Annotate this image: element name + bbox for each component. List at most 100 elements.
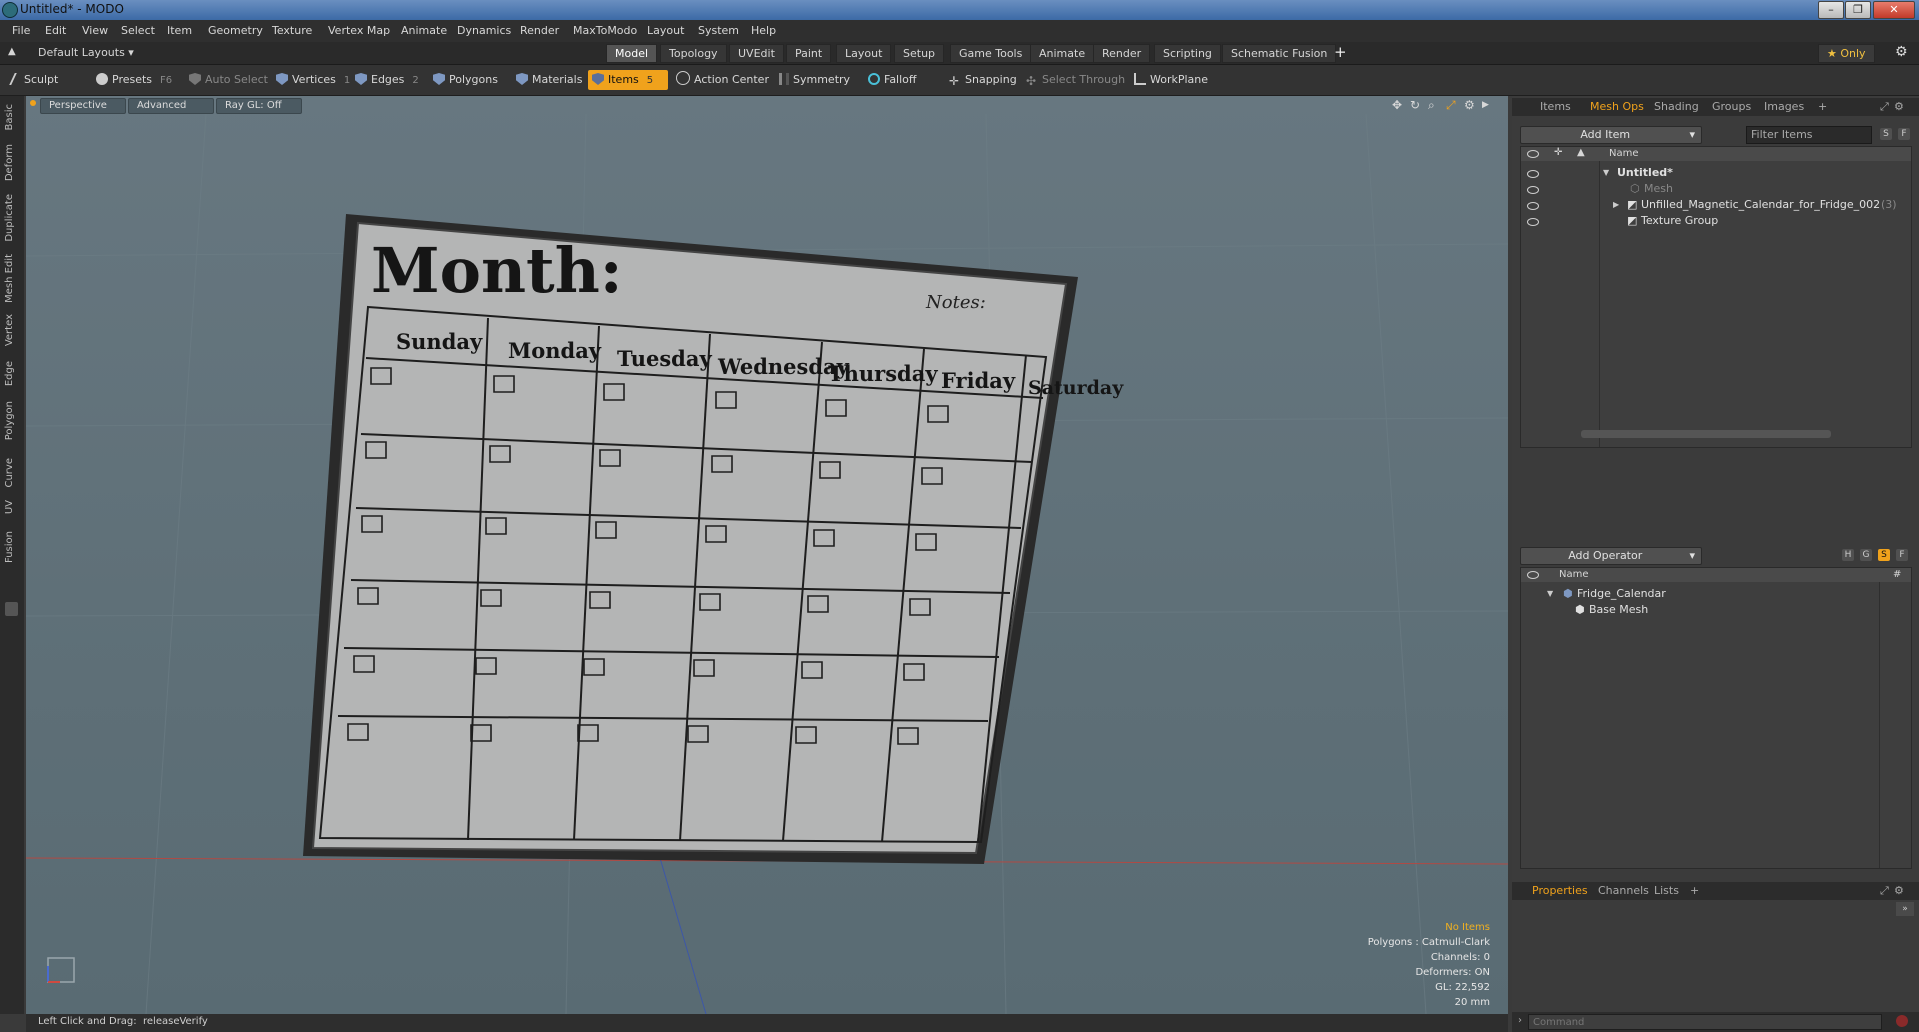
s-button[interactable]: S xyxy=(1878,549,1890,561)
visibility-eye-icon[interactable] xyxy=(1527,170,1539,178)
panel-toggle-icon[interactable] xyxy=(5,602,18,616)
materials-button[interactable]: Materials xyxy=(512,70,582,90)
expand-triangle-icon[interactable]: ▼ xyxy=(1603,165,1609,181)
tab-scripting[interactable]: Scripting xyxy=(1154,44,1221,63)
tab-shading[interactable]: Shading xyxy=(1654,100,1699,113)
calendar-mesh[interactable]: Month: Notes: Sunday Monday Tuesday Wedn… xyxy=(303,214,1124,864)
select-through-button[interactable]: ✣ Select Through xyxy=(1022,70,1125,90)
only-button[interactable]: ★ Only xyxy=(1818,44,1875,63)
f-button[interactable]: F xyxy=(1896,549,1908,561)
menu-help[interactable]: Help xyxy=(751,24,776,37)
edges-button[interactable]: Edges 2 xyxy=(351,70,419,90)
tab-lists[interactable]: Lists xyxy=(1654,884,1679,897)
menu-layout[interactable]: Layout xyxy=(647,24,684,37)
tab-groups[interactable]: Groups xyxy=(1712,100,1751,113)
panel-gear-icon[interactable]: ⚙ xyxy=(1894,884,1904,897)
minimize-button[interactable]: – xyxy=(1818,1,1844,19)
sculpt-button[interactable]: Sculpt xyxy=(8,70,58,90)
tab-setup[interactable]: Setup xyxy=(894,44,945,63)
g-button[interactable]: G xyxy=(1860,549,1872,561)
command-input[interactable] xyxy=(1528,1014,1882,1030)
gear-icon[interactable]: ⚙ xyxy=(1895,44,1908,60)
menu-vertex-map[interactable]: Vertex Map xyxy=(328,24,390,37)
expand-arrows-icon[interactable]: » xyxy=(1896,902,1914,916)
menu-item[interactable]: Item xyxy=(167,24,192,37)
operator-row-base-mesh[interactable]: ⬢ Base Mesh xyxy=(1527,602,1867,618)
tab-game-tools[interactable]: Game Tools xyxy=(950,44,1032,63)
record-icon[interactable] xyxy=(1896,1015,1908,1027)
horizontal-scrollbar[interactable] xyxy=(1581,430,1831,438)
vertices-button[interactable]: Vertices 1 xyxy=(272,70,350,90)
visibility-eye-icon[interactable] xyxy=(1527,202,1539,210)
add-operator-button[interactable]: Add Operator ▾ xyxy=(1520,547,1702,565)
action-center-button[interactable]: Action Center xyxy=(672,70,769,90)
vtab-basic[interactable]: Basic xyxy=(4,104,15,130)
snapping-button[interactable]: ✛ Snapping xyxy=(945,70,1017,90)
vtab-deform[interactable]: Deform xyxy=(4,144,15,181)
add-item-button[interactable]: Add Item ▾ xyxy=(1520,126,1702,144)
vtab-duplicate[interactable]: Duplicate xyxy=(4,194,15,242)
tab-model[interactable]: Model xyxy=(606,44,658,63)
tab-channels[interactable]: Channels xyxy=(1598,884,1649,897)
vtab-edge[interactable]: Edge xyxy=(4,361,15,386)
presets-button[interactable]: Presets F6 xyxy=(92,70,172,90)
tab-uvedit[interactable]: UVEdit xyxy=(729,44,784,63)
menu-texture[interactable]: Texture xyxy=(272,24,312,37)
3d-viewport[interactable]: Perspective Advanced Ray GL: Off ✥ ↻ ⌕ ⤢… xyxy=(26,96,1508,1014)
visibility-eye-icon[interactable] xyxy=(1527,186,1539,194)
menu-system[interactable]: System xyxy=(698,24,739,37)
tab-layout[interactable]: Layout xyxy=(836,44,892,63)
vtab-fusion[interactable]: Fusion xyxy=(4,531,15,563)
expand-triangle-icon[interactable]: ▶ xyxy=(1613,197,1619,213)
s-filter-button[interactable]: S xyxy=(1880,128,1892,140)
items-button[interactable]: Items 5 xyxy=(588,70,668,90)
item-row-untitled[interactable]: ▼ Untitled* xyxy=(1527,165,1907,181)
item-row-calendar[interactable]: ▶ ◩ Unfilled_Magnetic_Calendar_for_Fridg… xyxy=(1527,197,1907,213)
panel-expand-icon[interactable]: ⤢ xyxy=(1880,100,1889,114)
tab-render[interactable]: Render xyxy=(1093,44,1151,63)
add-tab-icon[interactable]: + xyxy=(1334,43,1347,61)
menu-view[interactable]: View xyxy=(82,24,108,37)
tab-topology[interactable]: Topology xyxy=(660,44,727,63)
visibility-eye-icon[interactable] xyxy=(1527,218,1539,226)
panel-expand-icon[interactable]: ⤢ xyxy=(1880,884,1889,898)
layout-up-icon[interactable]: ▲ xyxy=(8,46,16,57)
h-button[interactable]: H xyxy=(1842,549,1854,561)
item-row-mesh[interactable]: ⬡ Mesh xyxy=(1527,181,1907,197)
filter-items-input[interactable]: Filter Items xyxy=(1746,126,1872,144)
layout-selector[interactable]: Default Layouts ▾ xyxy=(38,46,134,59)
workplane-button[interactable]: WorkPlane xyxy=(1130,70,1208,90)
symmetry-button[interactable]: Symmetry xyxy=(775,70,850,90)
maximize-button[interactable]: ❐ xyxy=(1845,1,1871,19)
vtab-curve[interactable]: Curve xyxy=(4,458,15,488)
tab-items[interactable]: Items xyxy=(1540,100,1571,113)
falloff-button[interactable]: Falloff xyxy=(864,70,916,90)
vtab-mesh-edit[interactable]: Mesh Edit xyxy=(4,254,15,303)
vtab-polygon[interactable]: Polygon xyxy=(4,401,15,440)
tab-paint[interactable]: Paint xyxy=(786,44,832,63)
expand-triangle-icon[interactable]: ▼ xyxy=(1547,586,1553,602)
vtab-vertex[interactable]: Vertex xyxy=(4,314,15,346)
operator-row-fridge-calendar[interactable]: ▼ ⬢ Fridge_Calendar xyxy=(1527,586,1867,602)
auto-select-button[interactable]: Auto Select xyxy=(185,70,268,90)
menu-edit[interactable]: Edit xyxy=(45,24,66,37)
tab-schematic-fusion[interactable]: Schematic Fusion xyxy=(1222,44,1337,63)
item-row-texture-group[interactable]: ◩ Texture Group xyxy=(1527,213,1907,229)
menu-dynamics[interactable]: Dynamics xyxy=(457,24,511,37)
menu-select[interactable]: Select xyxy=(121,24,155,37)
panel-gear-icon[interactable]: ⚙ xyxy=(1894,100,1904,113)
polygons-button[interactable]: Polygons xyxy=(429,70,498,90)
tab-images[interactable]: Images xyxy=(1764,100,1804,113)
close-button[interactable]: ✕ xyxy=(1873,1,1915,19)
add-panel-tab-icon[interactable]: + xyxy=(1818,100,1827,113)
tab-mesh-ops[interactable]: Mesh Ops xyxy=(1590,100,1644,113)
add-panel-tab-icon[interactable]: + xyxy=(1690,884,1699,897)
menu-maxtomodo[interactable]: MaxToModo xyxy=(573,24,637,37)
tab-animate[interactable]: Animate xyxy=(1030,44,1095,63)
f-filter-button[interactable]: F xyxy=(1898,128,1910,140)
menu-file[interactable]: File xyxy=(12,24,30,37)
tab-properties[interactable]: Properties xyxy=(1532,884,1588,897)
vtab-uv[interactable]: UV xyxy=(4,500,15,514)
menu-animate[interactable]: Animate xyxy=(401,24,447,37)
menu-render[interactable]: Render xyxy=(520,24,559,37)
